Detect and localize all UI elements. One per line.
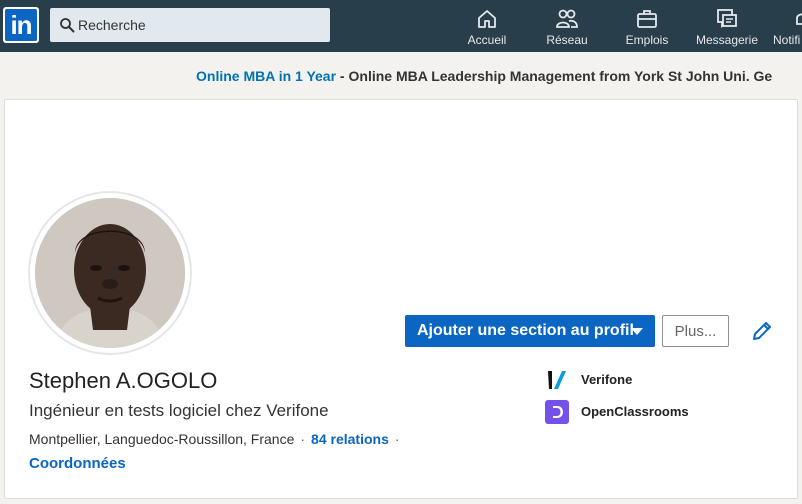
verifone-logo (545, 368, 569, 392)
bell-icon (796, 13, 802, 25)
network-icon (556, 9, 578, 28)
ad-separator: - (336, 68, 349, 84)
pencil-edit-icon[interactable] (749, 318, 775, 344)
relations-link[interactable]: 84 relations (311, 431, 389, 447)
top-navigation-bar: in Accueil Réseau Emplois (0, 0, 802, 52)
ad-text[interactable]: Online MBA in 1 Year - Online MBA Leader… (196, 68, 772, 84)
org-name-verifone: Verifone (581, 372, 633, 387)
profile-photo-image (35, 198, 185, 348)
org-item-openclassrooms[interactable]: OpenClassrooms (545, 400, 745, 424)
nav-item-notifications[interactable]: Notifi (770, 0, 802, 52)
linkedin-logo[interactable]: in (3, 7, 39, 43)
profile-photo[interactable] (35, 198, 185, 348)
briefcase-icon (637, 10, 657, 28)
separator-dot: · (300, 431, 306, 447)
search-input[interactable] (78, 8, 326, 42)
nav-label-network: Réseau (546, 33, 588, 47)
profile-location-line: Montpellier, Languedoc-Roussillon, Franc… (29, 431, 406, 447)
contact-info-link[interactable]: Coordonnées (29, 455, 126, 472)
profile-photo-frame[interactable] (30, 193, 190, 353)
nav-item-jobs[interactable]: Emplois (620, 0, 674, 52)
nav-label-home: Accueil (467, 33, 507, 47)
nav-item-network[interactable]: Réseau (540, 0, 594, 52)
nav-label-notifications: Notifi (773, 33, 801, 47)
nav-label-messaging: Messagerie (695, 33, 759, 47)
org-item-verifone[interactable]: Verifone (545, 368, 745, 392)
nav-label-jobs: Emplois (625, 33, 669, 47)
messaging-icon (717, 9, 737, 29)
add-profile-section-button[interactable]: Ajouter une section au profil (405, 315, 655, 347)
add-profile-section-label: Ajouter une section au profil (417, 322, 634, 339)
profile-card: Ajouter une section au profil Plus... St… (4, 99, 798, 499)
org-name-openclassrooms: OpenClassrooms (581, 404, 689, 419)
ad-body[interactable]: Online MBA Leadership Management from Yo… (349, 68, 773, 84)
profile-headline: Ingénieur en tests logiciel chez Verifon… (29, 401, 329, 420)
nav-item-messaging[interactable]: Messagerie (694, 0, 760, 52)
search-icon (60, 18, 75, 33)
ad-banner[interactable]: Online MBA in 1 Year - Online MBA Leader… (0, 52, 802, 100)
openclassrooms-logo (545, 400, 569, 424)
home-icon (478, 10, 496, 28)
more-button[interactable]: Plus... (662, 315, 729, 347)
profile-name: Stephen A.OGOLO (29, 368, 218, 393)
linkedin-logo-text: in (5, 9, 37, 41)
search-box[interactable] (50, 8, 330, 42)
nav-item-home[interactable]: Accueil (460, 0, 514, 52)
profile-location: Montpellier, Languedoc-Roussillon, Franc… (29, 431, 295, 447)
caret-down-icon (631, 328, 643, 335)
ad-highlight-link[interactable]: Online MBA in 1 Year (196, 68, 336, 84)
separator-dot-2: · (394, 431, 400, 447)
